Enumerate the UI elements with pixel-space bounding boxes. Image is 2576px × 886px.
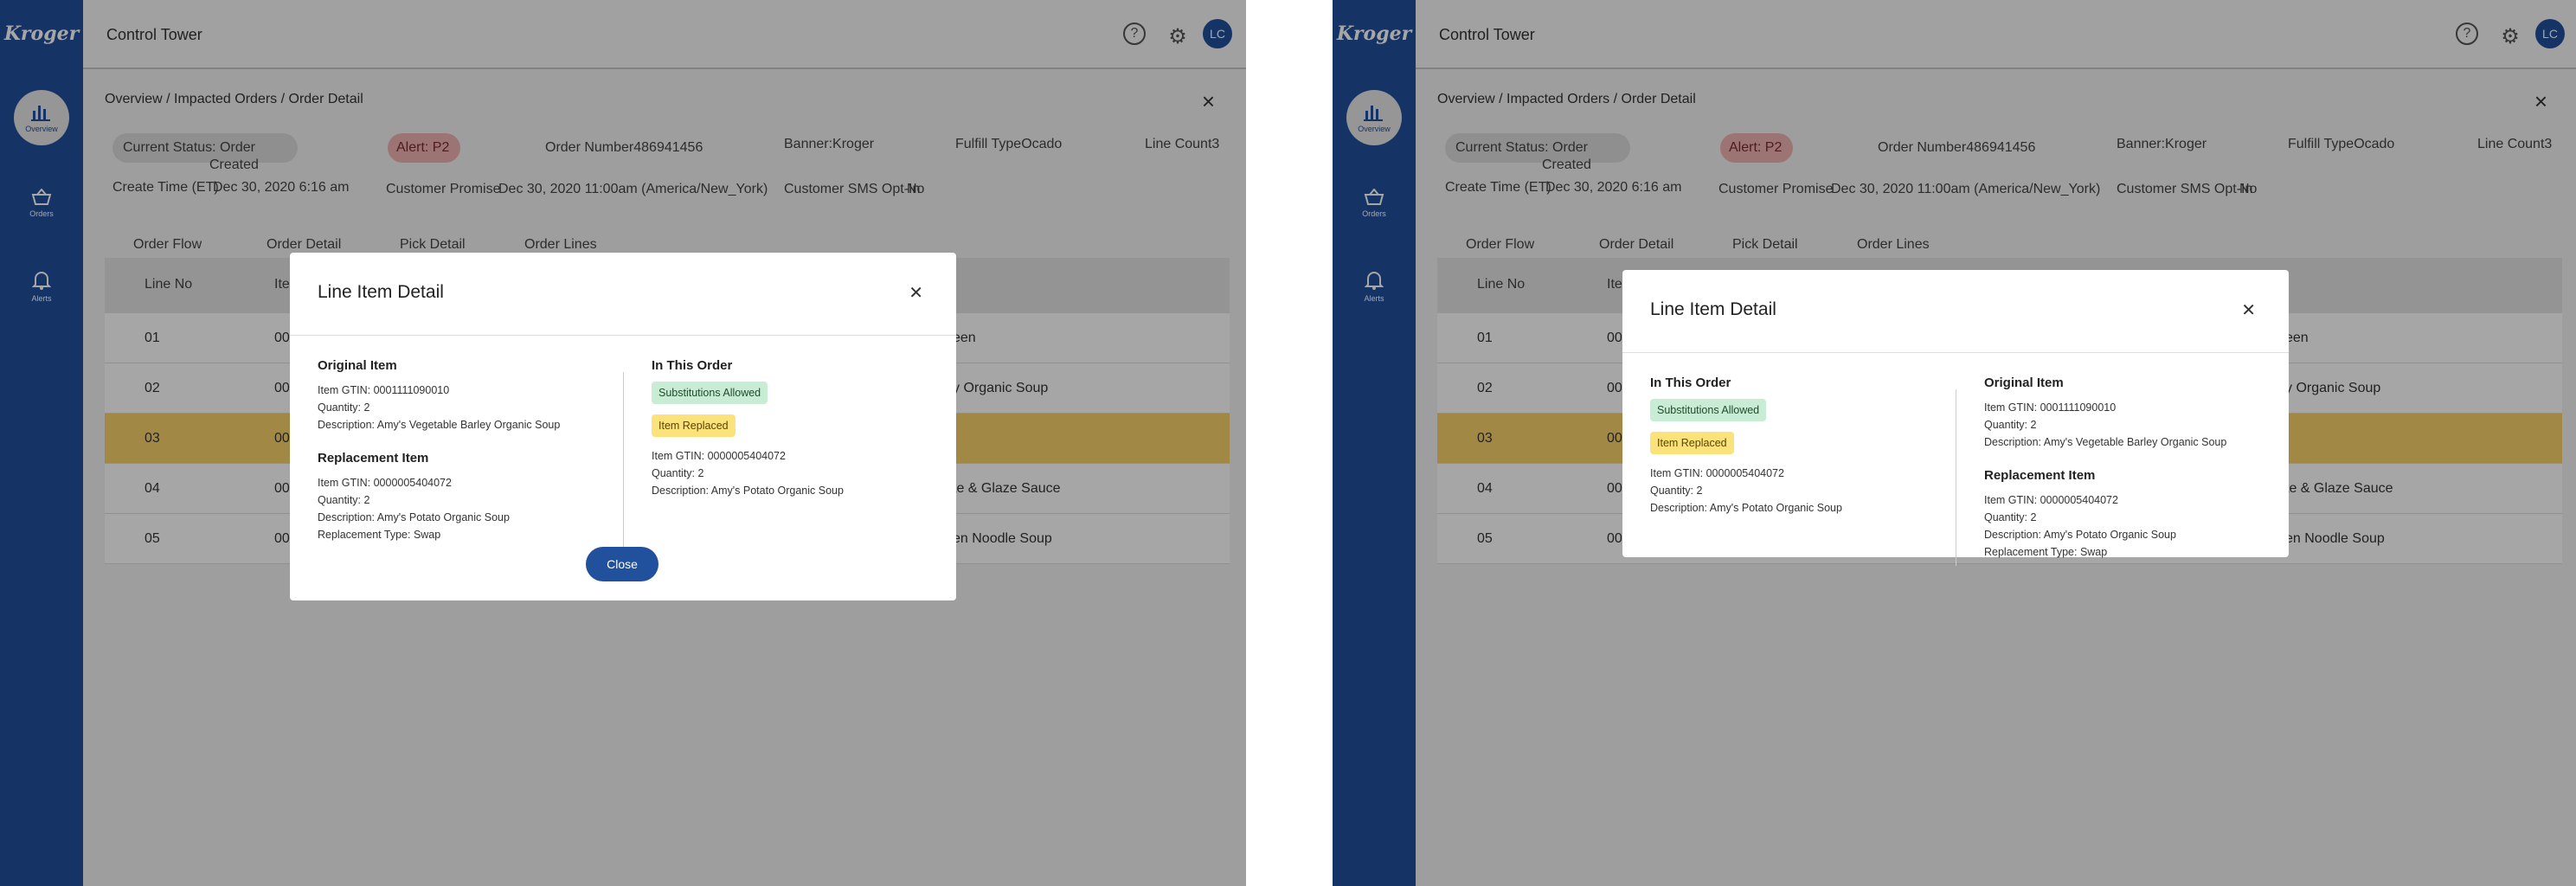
- modal-title: Line Item Detail: [318, 282, 444, 302]
- item-details-column: Original Item Item GTIN: 0001111090010 Q…: [1984, 376, 2270, 578]
- item-description: Description: Amy's Potato Organic Soup: [318, 511, 510, 523]
- replacement-item-section: Replacement Item Item GTIN: 000000540407…: [318, 451, 603, 543]
- screen-right: Kroger Overview Orders Alerts Control To…: [1333, 0, 2576, 886]
- item-gtin: Item GTIN: 0000005404072: [318, 477, 452, 489]
- in-this-order-column: In This Order Substitutions Allowed Item…: [652, 358, 937, 499]
- item-quantity: Quantity: 2: [1984, 419, 2037, 431]
- column-divider: [623, 372, 624, 549]
- section-title: Replacement Item: [1984, 468, 2096, 483]
- modal-header: Line Item Detail ✕: [290, 253, 956, 336]
- in-this-order-column: In This Order Substitutions Allowed Item…: [1650, 376, 1936, 517]
- close-icon[interactable]: ✕: [2241, 299, 2256, 321]
- replacement-type: Replacement Type: Swap: [1984, 546, 2108, 558]
- item-quantity: Quantity: 2: [1650, 485, 1703, 497]
- section-title: In This Order: [1650, 376, 1731, 390]
- item-quantity: Quantity: 2: [1984, 511, 2037, 523]
- item-details-column: Original Item Item GTIN: 0001111090010 Q…: [318, 358, 603, 561]
- item-description: Description: Amy's Vegetable Barley Orga…: [318, 419, 561, 431]
- item-description: Description: Amy's Vegetable Barley Orga…: [1984, 436, 2227, 448]
- close-button[interactable]: Close: [586, 547, 658, 581]
- close-icon[interactable]: ✕: [909, 282, 923, 304]
- item-gtin: Item GTIN: 0001111090010: [318, 384, 450, 396]
- modal-title: Line Item Detail: [1650, 299, 1776, 319]
- original-item-section: Original Item Item GTIN: 0001111090010 Q…: [1984, 376, 2270, 451]
- modal-footer: Close: [290, 540, 956, 600]
- section-title: Replacement Item: [318, 451, 429, 465]
- original-item-section: Original Item Item GTIN: 0001111090010 Q…: [318, 358, 603, 433]
- modal-body: Original Item Item GTIN: 0001111090010 Q…: [290, 336, 956, 549]
- item-replaced-badge: Item Replaced: [652, 414, 736, 437]
- item-replaced-badge: Item Replaced: [1650, 432, 1734, 454]
- item-gtin: Item GTIN: 0000005404072: [1984, 494, 2118, 506]
- substitutions-allowed-badge: Substitutions Allowed: [652, 382, 768, 404]
- substitutions-allowed-badge: Substitutions Allowed: [1650, 399, 1767, 421]
- screen-left: Kroger Overview Orders Alerts Control To…: [0, 0, 1246, 886]
- item-quantity: Quantity: 2: [318, 401, 370, 414]
- item-description: Description: Amy's Potato Organic Soup: [1984, 529, 2176, 541]
- section-title: Original Item: [1984, 376, 2064, 390]
- modal-header: Line Item Detail ✕: [1622, 270, 2289, 353]
- item-quantity: Quantity: 2: [652, 467, 704, 479]
- item-gtin: Item GTIN: 0000005404072: [1650, 467, 1784, 479]
- item-quantity: Quantity: 2: [318, 494, 370, 506]
- item-gtin: Item GTIN: 0001111090010: [1984, 401, 2117, 414]
- replacement-item-section: Replacement Item Item GTIN: 000000540407…: [1984, 468, 2270, 561]
- section-title: Original Item: [318, 358, 397, 373]
- item-description: Description: Amy's Potato Organic Soup: [652, 485, 844, 497]
- section-title: In This Order: [652, 358, 733, 373]
- modal-body: In This Order Substitutions Allowed Item…: [1622, 353, 2289, 566]
- line-item-detail-modal: Line Item Detail ✕ Original Item Item GT…: [290, 253, 956, 600]
- item-description: Description: Amy's Potato Organic Soup: [1650, 502, 1842, 514]
- line-item-detail-modal: Line Item Detail ✕ In This Order Substit…: [1622, 270, 2289, 566]
- item-gtin: Item GTIN: 0000005404072: [652, 450, 786, 462]
